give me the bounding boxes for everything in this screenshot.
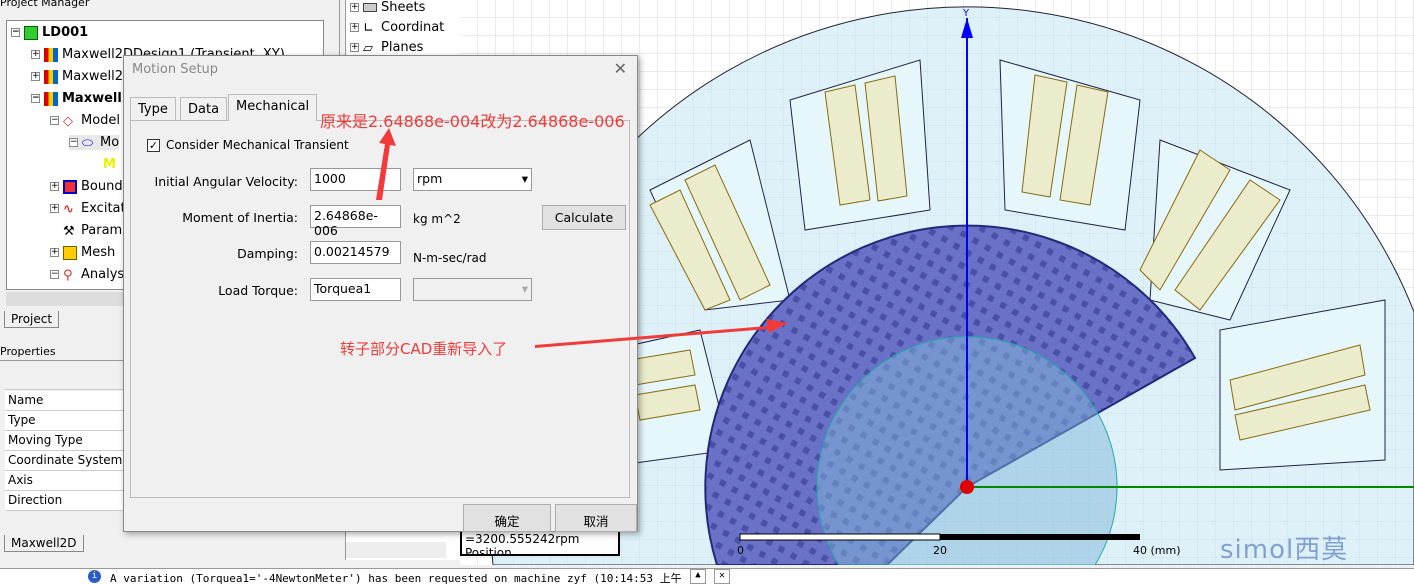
coordinate-icon: ∟ (363, 20, 374, 36)
velocity-unit-select[interactable]: rpm ▾ (413, 168, 532, 191)
scale-label: 20 (933, 544, 947, 557)
close-icon[interactable]: ✕ (614, 59, 627, 78)
tree-item-boundaries[interactable]: + Bound (50, 179, 123, 194)
velocity-unit-value: rpm (417, 171, 443, 186)
field-label: Moment of Inertia: (182, 210, 298, 225)
tree-item-parameters[interactable]: ⚒ Param (63, 223, 122, 239)
message-bar: i A variation (Torquea1='-4NewtonMeter')… (0, 568, 1414, 584)
tree-item-m[interactable]: M (103, 157, 116, 172)
planes-icon: ▱ (363, 40, 373, 56)
field-label: Load Torque: (218, 283, 298, 298)
scroll-up-button[interactable]: ▲ (690, 569, 706, 584)
tree-item-coordinate[interactable]: + ∟ Coordinat (350, 20, 444, 36)
damping-unit: N-m-sec/rad (413, 251, 487, 265)
info-icon: i (88, 570, 101, 583)
field-label: Damping: (237, 246, 298, 261)
tab-project[interactable]: Project (4, 311, 60, 328)
checkbox-icon: ✓ (147, 138, 160, 152)
tree-item-excitations[interactable]: + ∿ Excitati (50, 201, 129, 217)
motion-icon: ⬭ (82, 135, 94, 151)
design-icon (44, 47, 58, 62)
tree-item-design2[interactable]: + Maxwell2D (31, 69, 133, 84)
inertia-annotation: 原来是2.64868e-004改为2.64868e-006 (320, 112, 625, 131)
status-message: A variation (Torquea1='-4NewtonMeter') h… (110, 572, 685, 584)
position-readout: Position =211.603507deg (465, 546, 512, 556)
close-icon[interactable]: ✕ (714, 569, 730, 584)
tree-item-planes[interactable]: + ▱ Planes (350, 40, 423, 56)
scale-label: 0 (737, 544, 744, 557)
tree-item-design3[interactable]: − Maxwell2 (31, 91, 131, 106)
tab-data[interactable]: Data (180, 97, 228, 121)
checkbox-label: Consider Mechanical Transient (166, 138, 349, 152)
model-icon: ◇ (63, 113, 73, 129)
design-icon (44, 69, 58, 84)
analysis-icon: ⚲ (63, 267, 73, 283)
tree-item-analysis[interactable]: − ⚲ Analysi (50, 267, 128, 283)
cancel-button[interactable]: 取消 (555, 504, 637, 532)
sheets-icon (363, 3, 377, 12)
scale-label: 40 (mm) (1133, 544, 1181, 557)
y-axis-label: Y (963, 8, 970, 19)
load-torque-input[interactable]: Torquea1 (310, 278, 401, 301)
tree-item-model[interactable]: − ◇ Model (50, 113, 120, 129)
dialog-title: Motion Setup (132, 62, 219, 77)
tab-type[interactable]: Type (130, 97, 176, 121)
horizontal-scrollbar[interactable] (346, 542, 446, 558)
scale-bar-white (739, 533, 941, 541)
design-icon (44, 91, 58, 106)
chevron-down-icon: ▾ (521, 281, 528, 296)
field-label: Initial Angular Velocity: (154, 174, 298, 189)
watermark: simol西莫 (1220, 535, 1349, 565)
tree-item-mesh[interactable]: + Mesh (50, 245, 115, 260)
boundary-icon (63, 179, 77, 194)
excitation-icon: ∿ (63, 201, 74, 217)
parameters-icon: ⚒ (63, 223, 75, 239)
panel-title: Project Manager (0, 0, 90, 9)
consider-mechanical-checkbox[interactable]: ✓ Consider Mechanical Transient (147, 138, 349, 152)
tree-item-motion[interactable]: − ⬭ Mo (69, 135, 120, 151)
calculate-button[interactable]: Calculate (542, 205, 626, 230)
inertia-input[interactable]: 2.64868e-006 (310, 205, 401, 238)
inertia-unit: kg m^2 (413, 212, 461, 226)
mesh-icon (63, 245, 77, 260)
torque-unit-select: ▾ (413, 278, 532, 301)
chevron-down-icon[interactable]: ▾ (522, 171, 528, 186)
scale-bar (940, 534, 1140, 540)
project-icon (24, 25, 38, 40)
tree-item-sheets[interactable]: + Sheets (350, 0, 425, 15)
ok-button[interactable]: 确定 (463, 504, 551, 532)
tree-item-root[interactable]: − LD001 (11, 25, 88, 40)
tab-panel: ✓ Consider Mechanical Transient Initial … (130, 120, 630, 498)
angular-velocity-input[interactable]: 1000 (310, 168, 401, 191)
damping-input[interactable]: 0.00214579 (310, 241, 401, 264)
tab-mechanical[interactable]: Mechanical (228, 94, 318, 121)
tab-maxwell2d[interactable]: Maxwell2D (4, 535, 84, 552)
origin-marker (960, 480, 974, 494)
rotor-annotation: 转子部分CAD重新导入了 (340, 340, 508, 358)
